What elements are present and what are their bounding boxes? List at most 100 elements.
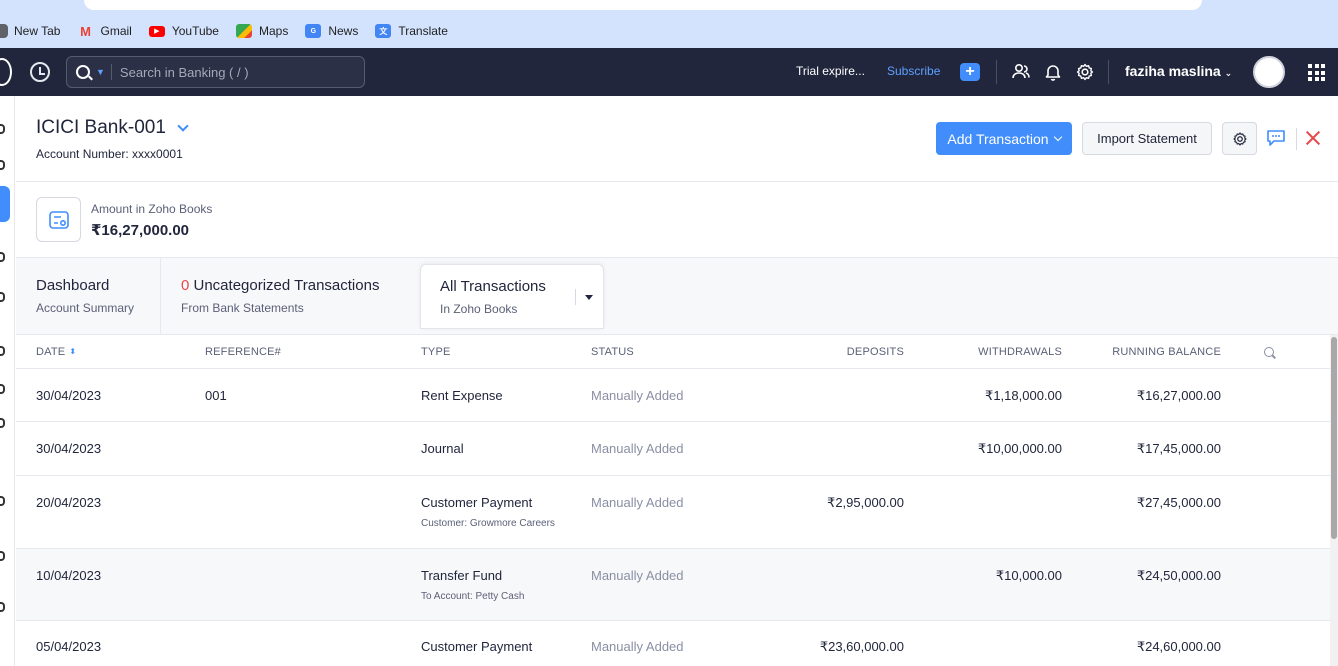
tab-dashboard[interactable]: Dashboard Account Summary (16, 258, 161, 334)
cell-reference: 001 (205, 388, 227, 403)
column-date[interactable]: DATE ⬍ (36, 346, 76, 358)
column-withdrawals: WITHDRAWALS (978, 346, 1062, 358)
address-bar[interactable] (84, 0, 1202, 10)
home-icon[interactable] (0, 124, 5, 134)
add-transaction-label: Add Transaction (947, 130, 1049, 147)
cell-date: 20/04/2023 (36, 495, 102, 510)
bookmark-new-tab[interactable]: New Tab (0, 24, 60, 38)
maps-icon (235, 24, 252, 38)
table-row[interactable]: 10/04/2023 Transfer Fund To Account: Pet… (16, 549, 1330, 621)
quick-create-button[interactable]: + (960, 63, 980, 81)
cell-type: Transfer Fund (421, 568, 503, 583)
bank-account-icon (36, 197, 81, 242)
recent-history-icon[interactable] (30, 62, 50, 82)
cell-status: Manually Added (591, 568, 684, 583)
cell-type-detail: Customer: Growmore Careers (421, 518, 555, 529)
table-header: DATE ⬍ REFERENCE# TYPE STATUS DEPOSITS WI… (16, 335, 1330, 369)
cell-balance: ₹24,60,000.00 (1136, 639, 1221, 654)
bookmark-label: Translate (398, 24, 448, 38)
toolbar-divider (1108, 60, 1109, 84)
globe-icon (0, 24, 8, 38)
cell-type-detail: To Account: Petty Cash (421, 591, 525, 602)
cell-balance: ₹17,45,000.00 (1136, 441, 1221, 456)
app-header: ▼ Trial expire... Subscribe + faziha mas… (0, 48, 1338, 96)
bookmark-translate[interactable]: 文 Translate (375, 24, 448, 38)
users-icon[interactable] (1011, 62, 1031, 82)
close-icon[interactable] (1305, 130, 1321, 146)
search-divider (110, 64, 112, 80)
search-bar[interactable]: ▼ (66, 56, 365, 88)
zoho-books-logo[interactable] (0, 58, 12, 86)
time-tracking-icon[interactable] (0, 346, 5, 356)
table-row[interactable]: 30/04/2023 Journal Manually Added ₹10,00… (16, 422, 1330, 476)
items-icon[interactable] (0, 160, 5, 170)
tab-title-text: Uncategorized Transactions (189, 277, 380, 294)
table-row[interactable]: 30/04/2023 001 Rent Expense Manually Add… (16, 369, 1330, 422)
caret-down-icon[interactable] (585, 295, 593, 300)
trial-status[interactable]: Trial expire... (796, 64, 865, 78)
cell-balance: ₹24,50,000.00 (1136, 568, 1221, 583)
cell-status: Manually Added (591, 495, 684, 510)
search-icon[interactable] (1264, 347, 1274, 357)
cell-date: 10/04/2023 (36, 568, 102, 583)
documents-icon[interactable] (0, 496, 5, 506)
bookmark-maps[interactable]: Maps (235, 24, 288, 38)
cell-withdrawals: ₹1,18,000.00 (985, 388, 1062, 403)
bookmark-news[interactable]: G News (305, 24, 358, 38)
sidebar-collapsed (0, 96, 15, 666)
sort-icon[interactable]: ⬍ (69, 347, 76, 356)
settings-gear-icon[interactable] (1075, 62, 1095, 82)
purchases-icon[interactable] (0, 292, 5, 302)
accountant-icon[interactable] (0, 384, 5, 394)
sales-icon[interactable] (0, 252, 5, 262)
comments-icon[interactable] (1266, 129, 1286, 147)
search-icon[interactable] (76, 65, 90, 79)
column-running-balance: RUNNING BALANCE (1112, 346, 1221, 358)
cell-status: Manually Added (591, 441, 684, 456)
org-user-switcher[interactable]: faziha maslina ⌄ (1125, 63, 1232, 79)
account-number: Account Number: xxxx0001 (36, 147, 183, 161)
tab-subtitle: From Bank Statements (181, 301, 304, 315)
vertical-scrollbar[interactable] (1330, 335, 1338, 666)
header-divider (1296, 128, 1297, 150)
chevron-down-icon: ⌄ (1224, 68, 1233, 78)
table-row[interactable]: 20/04/2023 Customer Payment Customer: Gr… (16, 476, 1330, 549)
import-statement-button[interactable]: Import Statement (1082, 122, 1212, 155)
tab-title: All Transactions (440, 278, 546, 295)
column-deposits: DEPOSITS (846, 346, 904, 358)
tab-divider (575, 289, 576, 305)
tab-all-transactions[interactable]: All Transactions In Zoho Books (420, 264, 604, 329)
config-icon[interactable] (0, 602, 5, 612)
reports-icon[interactable] (0, 418, 5, 428)
cell-balance: ₹27,45,000.00 (1136, 495, 1221, 510)
user-name-label: faziha maslina (1125, 63, 1221, 79)
cell-status: Manually Added (591, 639, 684, 654)
add-transaction-button[interactable]: Add Transaction (936, 122, 1072, 155)
column-type: TYPE (421, 346, 451, 358)
account-settings-button[interactable] (1222, 122, 1257, 155)
amount-label: Amount in Zoho Books (91, 202, 213, 216)
account-switcher[interactable]: ICICI Bank-001 (36, 117, 189, 139)
cell-type: Customer Payment (421, 495, 533, 510)
apps-icon[interactable] (0, 551, 5, 561)
bookmark-youtube[interactable]: ▶ YouTube (148, 24, 219, 38)
gear-icon (1232, 131, 1247, 146)
tab-title: Dashboard (36, 277, 110, 294)
bookmark-label: YouTube (171, 24, 219, 38)
table-row[interactable]: 05/04/2023 Customer Payment Manually Add… (16, 621, 1330, 666)
notifications-bell-icon[interactable] (1043, 62, 1063, 82)
tab-uncategorized[interactable]: 0 Uncategorized Transactions From Bank S… (161, 258, 416, 334)
sidebar-item-banking[interactable] (0, 186, 10, 222)
apps-grid-icon[interactable] (1308, 64, 1325, 81)
subscribe-link[interactable]: Subscribe (887, 64, 940, 78)
search-input[interactable] (119, 64, 350, 80)
bookmark-gmail[interactable]: M Gmail (77, 24, 132, 39)
scrollbar-thumb[interactable] (1331, 337, 1337, 539)
browser-tab-strip (0, 0, 1338, 14)
bookmark-label: New Tab (14, 24, 61, 38)
page-title: ICICI Bank-001 (36, 117, 166, 138)
bookmark-label: News (328, 24, 359, 38)
chevron-down-icon[interactable]: ▼ (96, 67, 105, 77)
transaction-tabs: Dashboard Account Summary 0 Uncategorize… (16, 258, 1338, 335)
avatar[interactable] (1253, 56, 1285, 88)
